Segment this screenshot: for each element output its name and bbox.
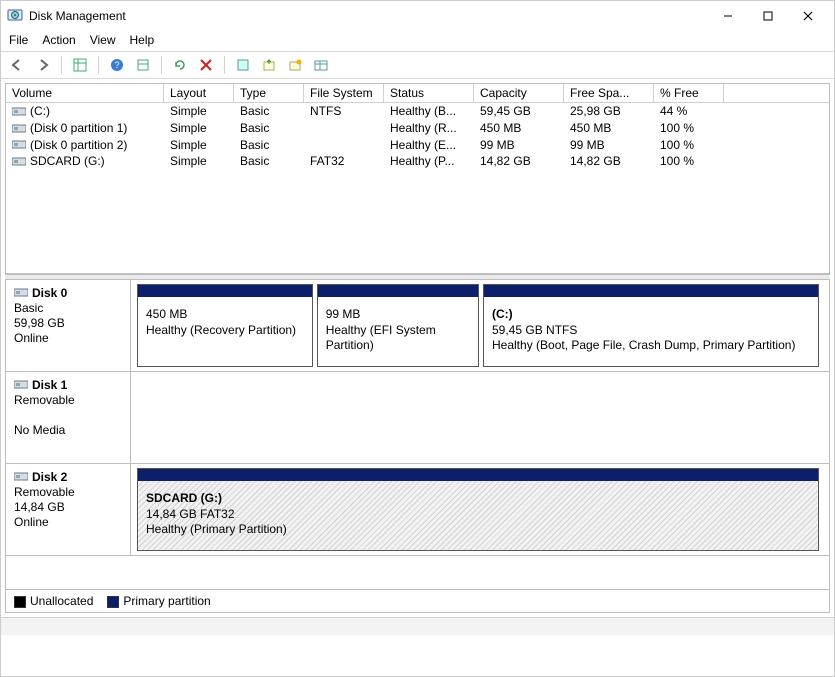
col-status[interactable]: Status	[384, 84, 474, 103]
partition-body: SDCARD (G:)14,84 GB FAT32Healthy (Primar…	[138, 481, 818, 550]
menu-view[interactable]: View	[90, 33, 116, 47]
drive-icon	[12, 138, 26, 152]
toolbar-icon-4[interactable]	[311, 55, 331, 75]
disk-row: Disk 0Basic59,98 GBOnline450 MBHealthy (…	[6, 280, 829, 372]
col-volume[interactable]: Volume	[6, 84, 164, 103]
toolbar: ?	[1, 51, 834, 79]
svg-text:?: ?	[114, 60, 119, 70]
titlebar: Disk Management	[1, 1, 834, 31]
volume-row[interactable]: (Disk 0 partition 2)SimpleBasicHealthy (…	[6, 137, 829, 154]
legend-primary: Primary partition	[107, 594, 210, 608]
col-pct[interactable]: % Free	[654, 84, 724, 103]
disk-partitions	[131, 372, 829, 463]
partition-header	[138, 285, 312, 297]
volume-row[interactable]: (Disk 0 partition 1)SimpleBasicHealthy (…	[6, 120, 829, 137]
partition-header	[318, 285, 478, 297]
maximize-button[interactable]	[748, 2, 788, 30]
delete-button[interactable]	[196, 55, 216, 75]
app-icon	[7, 8, 23, 24]
toolbar-icon-2[interactable]	[259, 55, 279, 75]
volume-list: Volume Layout Type File System Status Ca…	[5, 83, 830, 274]
partition-body: 450 MBHealthy (Recovery Partition)	[138, 297, 312, 366]
help-button[interactable]: ?	[107, 55, 127, 75]
partition-body: 99 MBHealthy (EFI System Partition)	[318, 297, 478, 366]
partition[interactable]: (C:)59,45 GB NTFSHealthy (Boot, Page Fil…	[483, 284, 819, 367]
graphical-view: Disk 0Basic59,98 GBOnline450 MBHealthy (…	[5, 280, 830, 590]
window-title: Disk Management	[29, 9, 126, 23]
disk-icon	[14, 470, 28, 485]
refresh-button[interactable]	[170, 55, 190, 75]
volume-row[interactable]: SDCARD (G:)SimpleBasicFAT32Healthy (P...…	[6, 153, 829, 170]
drive-icon	[12, 105, 26, 119]
disk-partitions: SDCARD (G:)14,84 GB FAT32Healthy (Primar…	[131, 464, 829, 555]
drive-icon	[12, 155, 26, 169]
back-button[interactable]	[7, 55, 27, 75]
col-type[interactable]: Type	[234, 84, 304, 103]
volume-row[interactable]: (C:)SimpleBasicNTFSHealthy (B...59,45 GB…	[6, 103, 829, 120]
disk-row: Disk 2Removable14,84 GBOnlineSDCARD (G:)…	[6, 464, 829, 556]
disk-row: Disk 1RemovableNo Media	[6, 372, 829, 464]
minimize-button[interactable]	[708, 2, 748, 30]
partition-header	[484, 285, 818, 297]
menubar: File Action View Help	[1, 31, 834, 51]
menu-help[interactable]: Help	[130, 33, 155, 47]
legend: Unallocated Primary partition	[5, 590, 830, 613]
legend-unallocated: Unallocated	[14, 594, 93, 608]
disk-info[interactable]: Disk 2Removable14,84 GBOnline	[6, 464, 131, 555]
statusbar	[1, 617, 834, 635]
col-capacity[interactable]: Capacity	[474, 84, 564, 103]
partition-header	[138, 469, 818, 481]
show-hide-tree-button[interactable]	[70, 55, 90, 75]
disk-icon	[14, 286, 28, 301]
toolbar-icon-1[interactable]	[233, 55, 253, 75]
partition[interactable]: 450 MBHealthy (Recovery Partition)	[137, 284, 313, 367]
col-spacer	[724, 84, 829, 103]
col-layout[interactable]: Layout	[164, 84, 234, 103]
disk-partitions: 450 MBHealthy (Recovery Partition)99 MBH…	[131, 280, 829, 371]
drive-icon	[12, 122, 26, 136]
disk-icon	[14, 378, 28, 393]
volume-list-header: Volume Layout Type File System Status Ca…	[6, 84, 829, 103]
forward-button[interactable]	[33, 55, 53, 75]
partition[interactable]: 99 MBHealthy (EFI System Partition)	[317, 284, 479, 367]
col-fs[interactable]: File System	[304, 84, 384, 103]
menu-file[interactable]: File	[9, 33, 28, 47]
partition-body: (C:)59,45 GB NTFSHealthy (Boot, Page Fil…	[484, 297, 818, 366]
partition[interactable]: SDCARD (G:)14,84 GB FAT32Healthy (Primar…	[137, 468, 819, 551]
disk-info[interactable]: Disk 0Basic59,98 GBOnline	[6, 280, 131, 371]
toolbar-icon-3[interactable]	[285, 55, 305, 75]
col-free[interactable]: Free Spa...	[564, 84, 654, 103]
properties-button[interactable]	[133, 55, 153, 75]
close-button[interactable]	[788, 2, 828, 30]
menu-action[interactable]: Action	[42, 33, 75, 47]
disk-info[interactable]: Disk 1RemovableNo Media	[6, 372, 131, 463]
